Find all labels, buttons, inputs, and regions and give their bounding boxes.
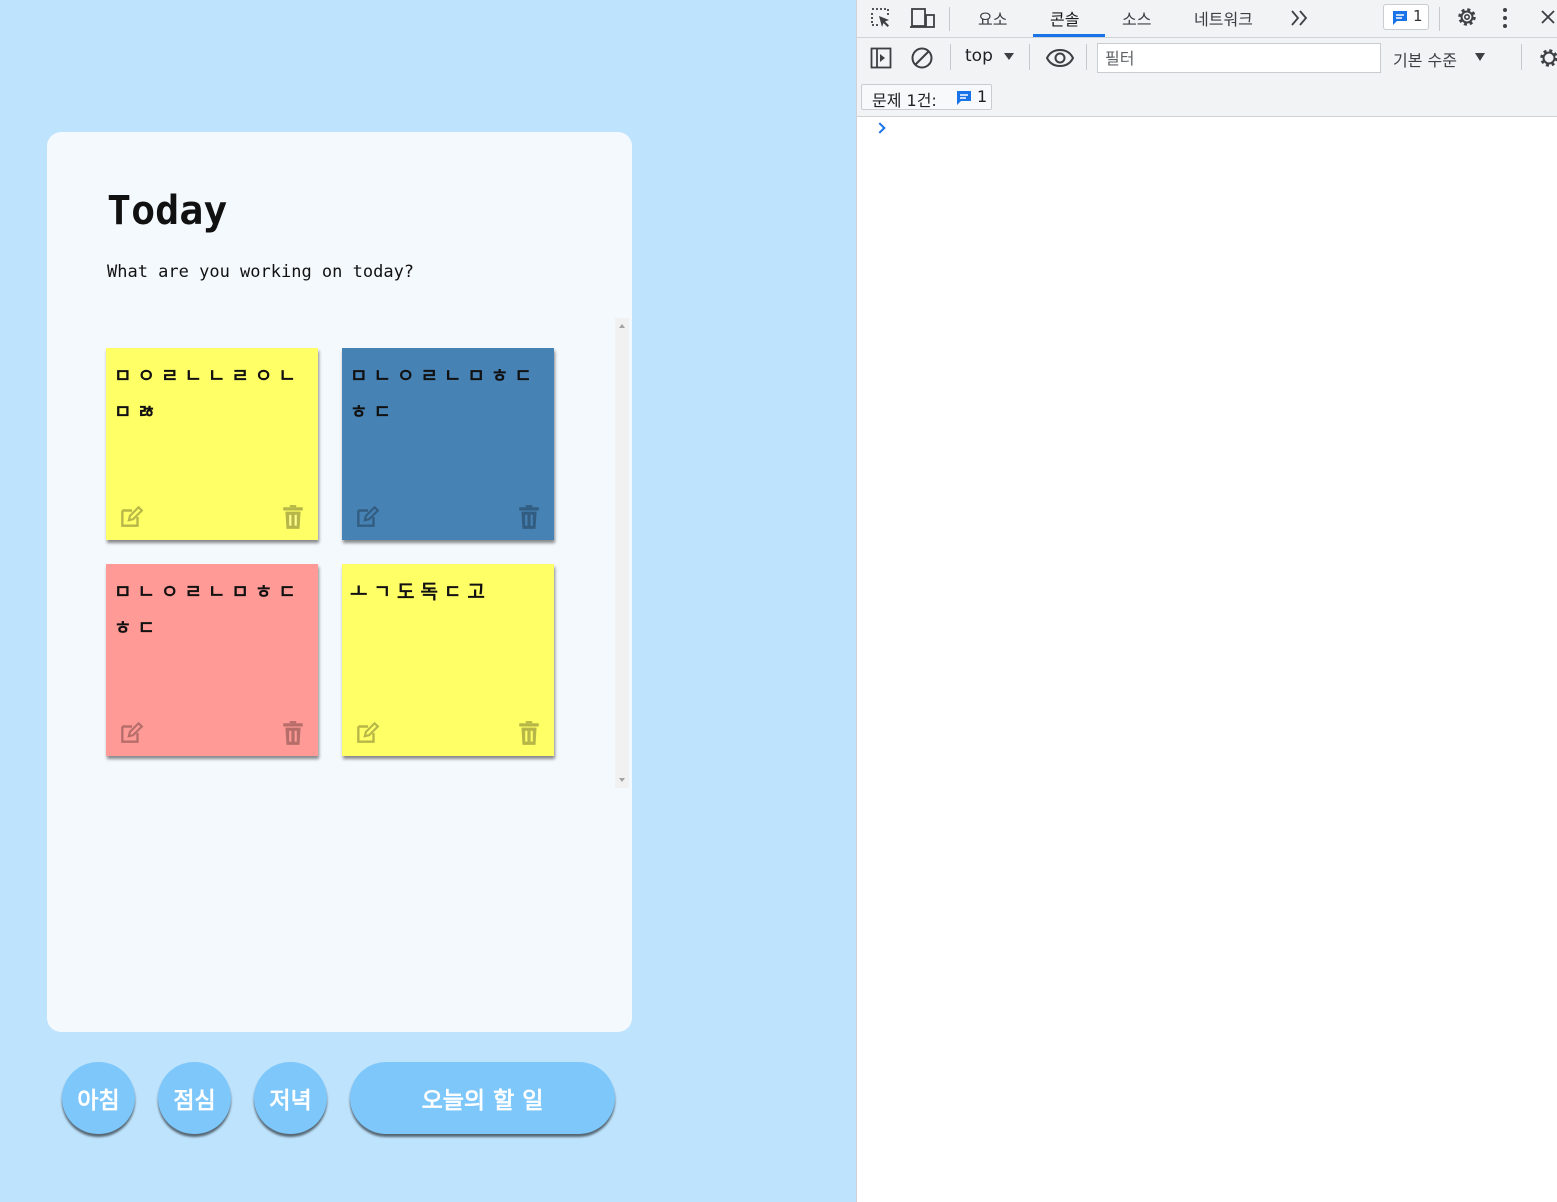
edit-icon[interactable] — [118, 504, 144, 530]
app-viewport: Today What are you working on today? ㅁㅇㄹ… — [0, 0, 856, 1202]
trash-icon[interactable] — [516, 720, 542, 746]
clear-console-icon[interactable] — [910, 46, 934, 70]
issues-button[interactable]: 문제 1건: 1 — [861, 84, 992, 110]
memo-note[interactable]: ㅗㄱ도독ㄷ고 — [342, 564, 554, 756]
morning-button[interactable]: 아침 — [62, 1062, 135, 1134]
issues-counter-badge[interactable]: 1 — [1383, 4, 1429, 30]
memo-text: ㅁㅇㄹㄴㄴㄹㅇㄴㅁㅀ — [114, 365, 302, 423]
issues-badge-count: 1 — [1413, 7, 1423, 25]
lunch-button[interactable]: 점심 — [158, 1062, 231, 1134]
active-tab-indicator — [1033, 34, 1105, 37]
memo-text: ㅗㄱ도독ㄷ고 — [350, 581, 491, 603]
edit-icon[interactable] — [354, 720, 380, 746]
toolbar-divider — [1521, 44, 1522, 70]
memo-note[interactable]: ㅁㅇㄹㄴㄴㄹㅇㄴㅁㅀ — [106, 348, 318, 540]
edit-icon[interactable] — [354, 504, 380, 530]
filter-input[interactable] — [1098, 44, 1380, 72]
device-toolbar-icon[interactable] — [909, 6, 937, 30]
toolbar-divider — [1029, 44, 1030, 70]
log-level-selector[interactable]: 기본 수준 — [1393, 47, 1457, 71]
tab-network[interactable]: 네트워크 — [1194, 6, 1253, 30]
memo-text: ㅁㄴㅇㄹㄴㅁㅎㄷㅎㄷ — [114, 581, 302, 639]
context-selector[interactable]: top — [965, 46, 993, 66]
trash-icon[interactable] — [280, 720, 306, 746]
chevron-down-icon[interactable] — [1475, 53, 1485, 61]
toolbar-divider — [1086, 44, 1087, 70]
page-subtitle: What are you working on today? — [107, 262, 415, 282]
tab-console[interactable]: 콘솔 — [1050, 6, 1079, 30]
toolbar-divider — [1439, 7, 1440, 31]
memo-text: ㅁㄴㅇㄹㄴㅁㅎㄷㅎㄷ — [350, 365, 538, 423]
scroll-down-icon[interactable] — [619, 778, 625, 782]
tab-elements[interactable]: 요소 — [978, 6, 1007, 30]
toolbar-divider — [950, 44, 951, 70]
today-todo-button[interactable]: 오늘의 할 일 — [350, 1062, 615, 1134]
toolbar-divider — [949, 7, 950, 31]
edit-icon[interactable] — [118, 720, 144, 746]
close-icon[interactable] — [1539, 8, 1557, 26]
page-title: Today — [107, 188, 228, 234]
dinner-button[interactable]: 저녁 — [254, 1062, 327, 1134]
tab-sources[interactable]: 소스 — [1122, 6, 1151, 30]
settings-gear-icon[interactable] — [1455, 5, 1479, 29]
scroll-up-icon[interactable] — [619, 324, 625, 328]
memo-scrollbar[interactable] — [615, 318, 629, 788]
devtools-tabbar: 요소 콘솔 소스 네트워크 1 — [857, 0, 1557, 38]
memo-list[interactable]: ㅁㅇㄹㄴㄴㄹㅇㄴㅁㅀ ㅁㄴㅇㄹㄴㅁㅎㄷㅎㄷ ㅁㄴㅇㄹㄴㅁㅎㄷㅎㄷ ㅗㄱ도독ㄷ고 — [96, 318, 631, 788]
more-tabs-icon[interactable] — [1289, 8, 1311, 28]
trash-icon[interactable] — [280, 504, 306, 530]
trash-icon[interactable] — [516, 504, 542, 530]
issues-label: 문제 1건: — [872, 91, 937, 110]
console-settings-gear-icon[interactable] — [1537, 46, 1557, 70]
eye-icon[interactable] — [1045, 46, 1075, 70]
chevron-down-icon[interactable] — [1004, 53, 1014, 60]
devtools-panel: 요소 콘솔 소스 네트워크 1 top 필터 기본 수준 문제 1건: 1 — [856, 0, 1557, 1202]
console-prompt-icon — [874, 122, 886, 134]
message-icon — [957, 91, 971, 105]
inspect-element-icon[interactable] — [869, 6, 893, 30]
memo-note[interactable]: ㅁㄴㅇㄹㄴㅁㅎㄷㅎㄷ — [342, 348, 554, 540]
more-options-icon[interactable] — [1501, 7, 1509, 29]
memo-note[interactable]: ㅁㄴㅇㄹㄴㅁㅎㄷㅎㄷ — [106, 564, 318, 756]
issues-count: 1 — [977, 87, 988, 106]
sidebar-toggle-icon[interactable] — [869, 46, 893, 70]
filter-input-box[interactable] — [1097, 43, 1381, 73]
console-input[interactable] — [893, 118, 1543, 148]
